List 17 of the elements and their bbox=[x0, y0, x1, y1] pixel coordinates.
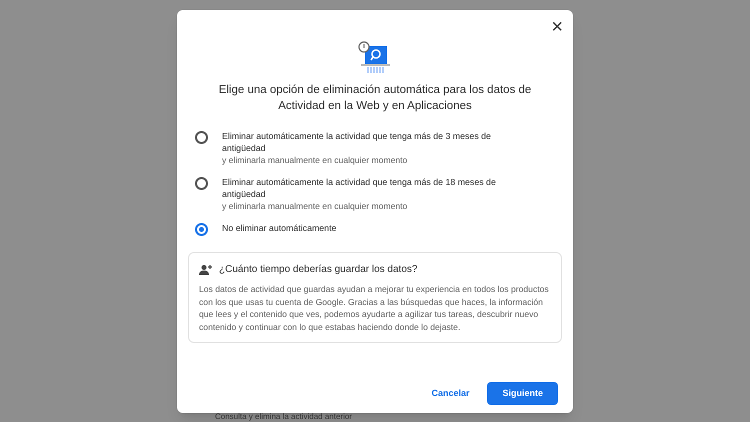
option-sublabel: y eliminarla manualmente en cualquier momento bbox=[222, 154, 408, 166]
info-text: Los datos de actividad que guardas ayudan a mejorar tu experiencia en todos los productos con los que usas tu cuenta de Google. Gracias a las búsquedas que haces, la información que lees y el contenido que ves, podemos ayudarte a agilizar tus tareas, descubrir nuevo contenido y continuar con lo que estabas haciendo donde lo dejaste. bbox=[199, 283, 550, 334]
option-label: Eliminar automáticamente la actividad que tenga más de 18 meses de antigüedad bbox=[222, 176, 497, 200]
radio-button[interactable] bbox=[195, 223, 208, 236]
option-sublabel: y eliminarla manualmente en cualquier momento bbox=[222, 200, 408, 212]
radio-button[interactable] bbox=[195, 177, 208, 190]
people-icon bbox=[199, 264, 213, 276]
background-text: Consulta y elimina la actividad anterior bbox=[215, 412, 352, 422]
next-button[interactable]: Siguiente bbox=[487, 382, 558, 405]
close-button[interactable]: × bbox=[551, 18, 563, 36]
info-title: ¿Cuánto tiempo deberías guardar los datos? bbox=[219, 263, 418, 277]
option-label: Eliminar automáticamente la actividad que tenga más de 3 meses de antigüedad bbox=[222, 130, 492, 154]
option-label: No eliminar automáticamente bbox=[222, 222, 338, 234]
shredder-icon bbox=[357, 40, 393, 76]
dialog-title: Elige una opción de eliminación automática para los datos de Actividad en la Web y en Aplicaciones bbox=[218, 83, 532, 114]
cancel-button[interactable]: Cancelar bbox=[425, 382, 476, 405]
radio-button[interactable] bbox=[195, 131, 208, 144]
